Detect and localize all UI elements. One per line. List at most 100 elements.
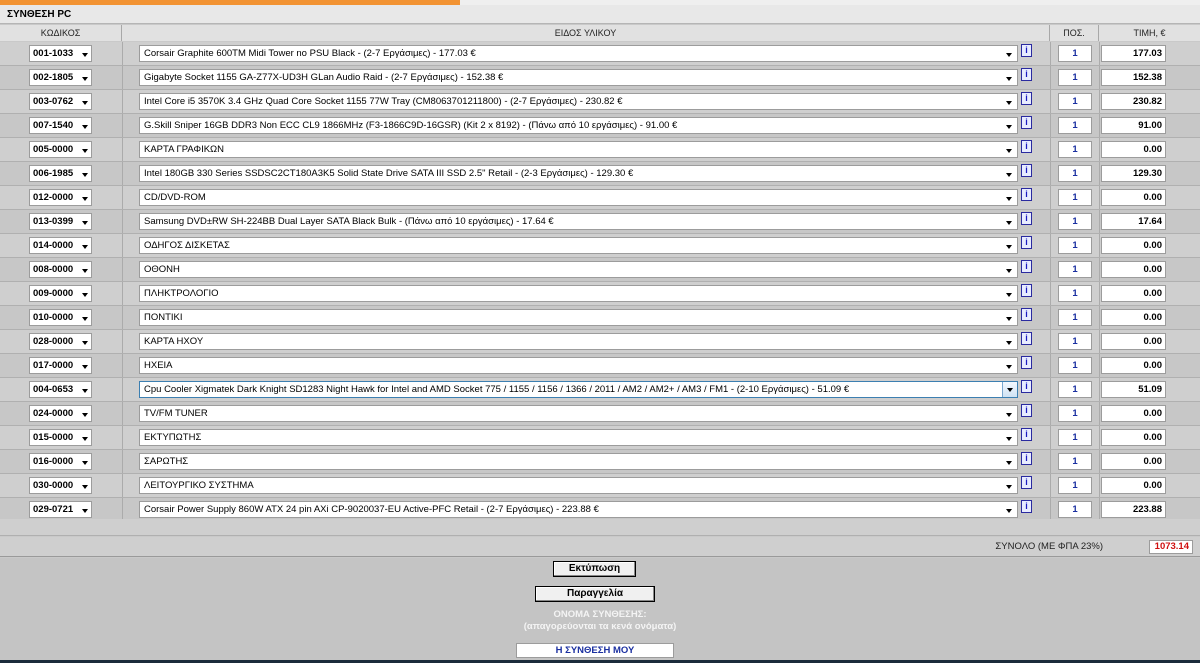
code-select[interactable]: 001-1033	[29, 45, 92, 62]
info-icon[interactable]: i	[1021, 500, 1032, 513]
code-select[interactable]: 013-0399	[29, 213, 92, 230]
code-value: 010-0000	[33, 312, 74, 323]
item-select[interactable]: ΚΑΡΤΑ ΓΡΑΦΙΚΩΝ	[139, 141, 1018, 158]
code-select[interactable]: 003-0762	[29, 93, 92, 110]
info-icon[interactable]: i	[1021, 332, 1032, 345]
code-select[interactable]: 012-0000	[29, 189, 92, 206]
chevron-down-icon	[82, 245, 88, 249]
quantity-field[interactable]: 1	[1058, 117, 1092, 134]
info-icon[interactable]: i	[1021, 236, 1032, 249]
quantity-field[interactable]: 1	[1058, 237, 1092, 254]
quantity-field[interactable]: 1	[1058, 453, 1092, 470]
info-icon[interactable]: i	[1021, 164, 1032, 177]
item-select[interactable]: ΕΚΤΥΠΩΤΗΣ	[139, 429, 1018, 446]
code-select[interactable]: 030-0000	[29, 477, 92, 494]
quantity-field[interactable]: 1	[1058, 261, 1092, 278]
code-select[interactable]: 017-0000	[29, 357, 92, 374]
info-icon[interactable]: i	[1021, 116, 1032, 129]
quantity-field[interactable]: 1	[1058, 165, 1092, 182]
column-divider	[1099, 402, 1100, 425]
quantity-field[interactable]: 1	[1058, 405, 1092, 422]
column-divider	[1050, 474, 1051, 497]
info-icon[interactable]: i	[1021, 92, 1032, 105]
chevron-down-icon	[1006, 53, 1012, 57]
info-icon[interactable]: i	[1021, 188, 1032, 201]
quantity-field[interactable]: 1	[1058, 381, 1092, 398]
info-icon[interactable]: i	[1021, 476, 1032, 489]
item-select[interactable]: ΣΑΡΩΤΗΣ	[139, 453, 1018, 470]
item-select[interactable]: ΟΘΟΝΗ	[139, 261, 1018, 278]
quantity-field[interactable]: 1	[1058, 189, 1092, 206]
info-icon[interactable]: i	[1021, 212, 1032, 225]
chevron-down-icon	[1006, 269, 1012, 273]
code-select[interactable]: 008-0000	[29, 261, 92, 278]
code-select[interactable]: 004-0653	[29, 381, 92, 398]
code-select[interactable]: 014-0000	[29, 237, 92, 254]
column-divider	[1050, 138, 1051, 161]
code-select[interactable]: 005-0000	[29, 141, 92, 158]
info-icon[interactable]: i	[1021, 428, 1032, 441]
quantity-field[interactable]: 1	[1058, 309, 1092, 326]
code-select[interactable]: 010-0000	[29, 309, 92, 326]
item-select[interactable]: Intel Core i5 3570K 3.4 GHz Quad Core So…	[139, 93, 1018, 110]
item-select[interactable]: ΛΕΙΤΟΥΡΓΙΚΟ ΣΥΣΤΗΜΑ	[139, 477, 1018, 494]
code-select[interactable]: 007-1540	[29, 117, 92, 134]
info-icon[interactable]: i	[1021, 68, 1032, 81]
item-select[interactable]: TV/FM TUNER	[139, 405, 1018, 422]
code-select[interactable]: 002-1805	[29, 69, 92, 86]
quantity-field[interactable]: 1	[1058, 501, 1092, 518]
quantity-field[interactable]: 1	[1058, 285, 1092, 302]
info-icon[interactable]: i	[1021, 404, 1032, 417]
print-button[interactable]: Εκτύπωση	[553, 561, 636, 577]
item-select[interactable]: ΟΔΗΓΟΣ ΔΙΣΚΕΤΑΣ	[139, 237, 1018, 254]
quantity-field[interactable]: 1	[1058, 93, 1092, 110]
code-select[interactable]: 024-0000	[29, 405, 92, 422]
table-row: 003-0762 Intel Core i5 3570K 3.4 GHz Qua…	[0, 90, 1200, 114]
info-icon[interactable]: i	[1021, 356, 1032, 369]
item-select[interactable]: Corsair Graphite 600TM Midi Tower no PSU…	[139, 45, 1018, 62]
quantity-field[interactable]: 1	[1058, 213, 1092, 230]
code-select[interactable]: 029-0721	[29, 501, 92, 518]
quantity-field[interactable]: 1	[1058, 429, 1092, 446]
item-select[interactable]: CD/DVD-ROM	[139, 189, 1018, 206]
order-button[interactable]: Παραγγελία	[535, 586, 655, 602]
column-divider	[1099, 354, 1100, 377]
column-divider	[1050, 306, 1051, 329]
item-select[interactable]: Cpu Cooler Xigmatek Dark Knight SD1283 N…	[139, 381, 1018, 398]
quantity-field[interactable]: 1	[1058, 357, 1092, 374]
info-icon[interactable]: i	[1021, 44, 1032, 57]
item-select[interactable]: ΗΧΕΙΑ	[139, 357, 1018, 374]
info-icon[interactable]: i	[1021, 284, 1032, 297]
code-value: 014-0000	[33, 240, 74, 251]
code-select[interactable]: 009-0000	[29, 285, 92, 302]
code-select[interactable]: 016-0000	[29, 453, 92, 470]
item-select[interactable]: G.Skill Sniper 16GB DDR3 Non ECC CL9 186…	[139, 117, 1018, 134]
item-select[interactable]: ΠΛΗΚΤΡΟΛΟΓΙΟ	[139, 285, 1018, 302]
item-select[interactable]: Gigabyte Socket 1155 GA-Z77X-UD3H GLan A…	[139, 69, 1018, 86]
quantity-field[interactable]: 1	[1058, 333, 1092, 350]
quantity-field[interactable]: 1	[1058, 45, 1092, 62]
quantity-field[interactable]: 1	[1058, 141, 1092, 158]
item-select[interactable]: ΚΑΡΤΑ ΗΧΟΥ	[139, 333, 1018, 350]
chevron-down-icon	[82, 269, 88, 273]
info-icon[interactable]: i	[1021, 260, 1032, 273]
column-divider	[122, 162, 123, 185]
column-divider	[1099, 306, 1100, 329]
code-select[interactable]: 015-0000	[29, 429, 92, 446]
info-icon[interactable]: i	[1021, 452, 1032, 465]
price-field: 0.00	[1101, 429, 1166, 446]
composition-name-input[interactable]: Η ΣΥΝΘΕΣΗ ΜΟΥ	[516, 643, 674, 658]
item-select[interactable]: Samsung DVD±RW SH-224BB Dual Layer SATA …	[139, 213, 1018, 230]
code-select[interactable]: 028-0000	[29, 333, 92, 350]
dropdown-button[interactable]	[1002, 382, 1017, 397]
code-select[interactable]: 006-1985	[29, 165, 92, 182]
item-select[interactable]: Intel 180GB 330 Series SSDSC2CT180A3K5 S…	[139, 165, 1018, 182]
item-select[interactable]: ΠΟΝΤΙΚΙ	[139, 309, 1018, 326]
info-icon[interactable]: i	[1021, 380, 1032, 393]
info-icon[interactable]: i	[1021, 140, 1032, 153]
info-icon[interactable]: i	[1021, 308, 1032, 321]
quantity-field[interactable]: 1	[1058, 477, 1092, 494]
quantity-field[interactable]: 1	[1058, 69, 1092, 86]
item-select[interactable]: Corsair Power Supply 860W ATX 24 pin AXi…	[139, 501, 1018, 518]
price-field: 129.30	[1101, 165, 1166, 182]
